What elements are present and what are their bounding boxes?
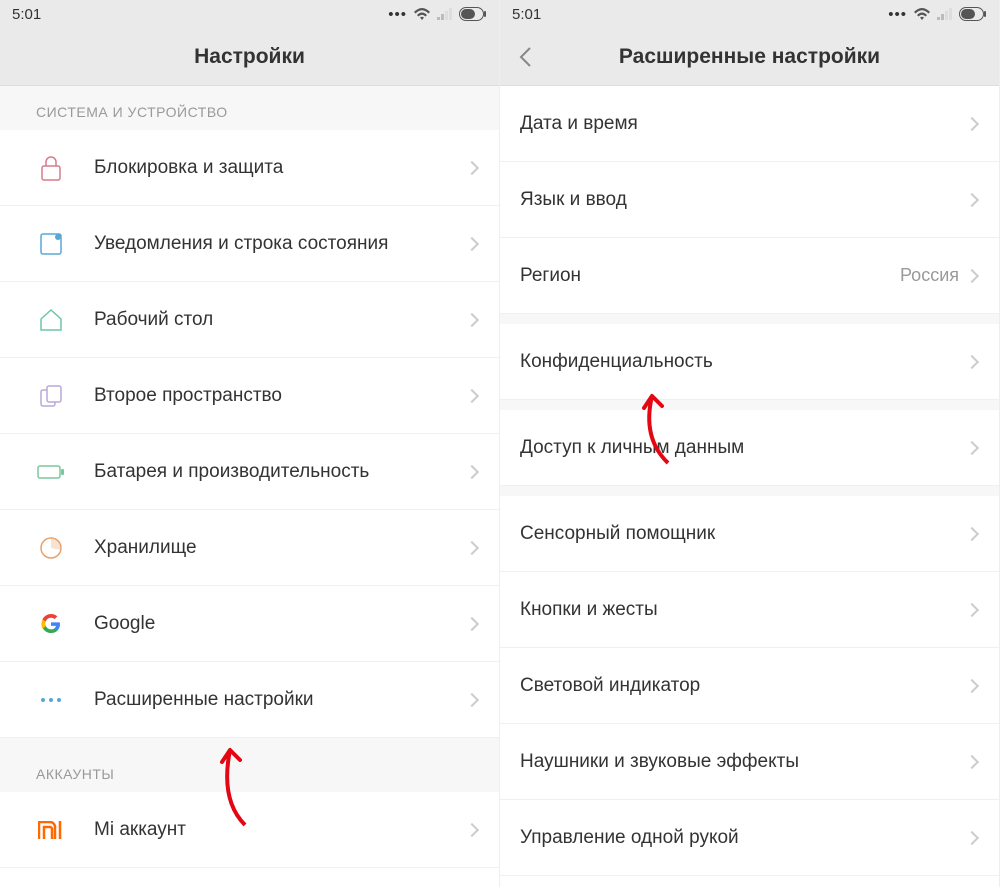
item-personal-data[interactable]: Доступ к личным данным bbox=[500, 410, 999, 486]
signal-icon bbox=[937, 8, 953, 20]
chevron-right-icon bbox=[465, 464, 479, 478]
mi-icon bbox=[36, 815, 66, 845]
section-header-system: СИСТЕМА И УСТРОЙСТВО bbox=[0, 86, 499, 130]
chevron-right-icon bbox=[965, 830, 979, 844]
item-label: Наушники и звуковые эффекты bbox=[520, 749, 967, 775]
item-label: Световой индикатор bbox=[520, 673, 967, 699]
item-language-input[interactable]: Язык и ввод bbox=[500, 162, 999, 238]
item-label: Конфиденциальность bbox=[520, 349, 967, 375]
status-time: 5:01 bbox=[12, 6, 41, 23]
item-led-indicator[interactable]: Световой индикатор bbox=[500, 648, 999, 724]
item-label: Кнопки и жесты bbox=[520, 597, 967, 623]
battery-icon bbox=[459, 7, 487, 21]
item-label: Регион bbox=[520, 263, 900, 289]
signal-icon bbox=[437, 8, 453, 20]
item-one-handed[interactable]: Управление одной рукой bbox=[500, 800, 999, 876]
chevron-right-icon bbox=[965, 678, 979, 692]
item-label: Хранилище bbox=[94, 535, 467, 561]
section-gap bbox=[500, 400, 999, 410]
storage-icon bbox=[36, 533, 66, 563]
chevron-right-icon bbox=[465, 616, 479, 630]
item-label: Расширенные настройки bbox=[94, 687, 467, 713]
item-date-time[interactable]: Дата и время bbox=[500, 86, 999, 162]
copy-icon bbox=[36, 381, 66, 411]
item-label: Блокировка и защита bbox=[94, 155, 467, 181]
battery-perf-icon bbox=[36, 457, 66, 487]
item-label: Дата и время bbox=[520, 111, 967, 137]
section-gap bbox=[0, 738, 499, 754]
home-icon bbox=[36, 305, 66, 335]
item-second-space[interactable]: Второе пространство bbox=[0, 358, 499, 434]
status-bar: 5:01 ••• bbox=[500, 0, 999, 28]
advanced-settings-screen: 5:01 ••• Расширенные настройки Дата и вр… bbox=[500, 0, 1000, 887]
item-label: Управление одной рукой bbox=[520, 825, 967, 851]
chevron-right-icon bbox=[965, 754, 979, 768]
back-button[interactable] bbox=[518, 46, 532, 68]
item-buttons-gestures[interactable]: Кнопки и жесты bbox=[500, 572, 999, 648]
settings-screen: 5:01 ••• Настройки СИСТЕМА И УСТРОЙСТВО … bbox=[0, 0, 500, 887]
chevron-right-icon bbox=[465, 822, 479, 836]
item-label: Mi аккаунт bbox=[94, 817, 467, 843]
item-label: Google bbox=[94, 611, 467, 637]
chevron-right-icon bbox=[965, 440, 979, 454]
item-label: Второе пространство bbox=[94, 383, 467, 409]
item-storage[interactable]: Хранилище bbox=[0, 510, 499, 586]
chevron-right-icon bbox=[465, 236, 479, 250]
chevron-right-icon bbox=[965, 192, 979, 206]
chevron-right-icon bbox=[465, 388, 479, 402]
status-bar: 5:01 ••• bbox=[0, 0, 499, 28]
item-label: Рабочий стол bbox=[94, 307, 467, 333]
google-icon bbox=[36, 609, 66, 639]
menu-dots-icon: ••• bbox=[888, 6, 907, 23]
chevron-right-icon bbox=[965, 268, 979, 282]
battery-icon bbox=[959, 7, 987, 21]
item-label: Язык и ввод bbox=[520, 187, 967, 213]
chevron-right-icon bbox=[965, 526, 979, 540]
status-icons: ••• bbox=[888, 6, 987, 23]
item-label: Доступ к личным данным bbox=[520, 435, 967, 461]
item-label: Сенсорный помощник bbox=[520, 521, 967, 547]
lock-icon bbox=[36, 153, 66, 183]
page-title: Настройки bbox=[194, 45, 305, 69]
item-label: Уведомления и строка состояния bbox=[94, 231, 467, 257]
status-time: 5:01 bbox=[512, 6, 541, 23]
item-battery[interactable]: Батарея и производительность bbox=[0, 434, 499, 510]
item-region[interactable]: Регион Россия bbox=[500, 238, 999, 314]
item-notifications[interactable]: Уведомления и строка состояния bbox=[0, 206, 499, 282]
item-advanced-settings[interactable]: Расширенные настройки bbox=[0, 662, 499, 738]
section-gap bbox=[500, 314, 999, 324]
more-icon bbox=[36, 685, 66, 715]
notifications-icon bbox=[36, 229, 66, 259]
chevron-right-icon bbox=[465, 540, 479, 554]
item-lock-protection[interactable]: Блокировка и защита bbox=[0, 130, 499, 206]
item-sensor-assistant[interactable]: Сенсорный помощник bbox=[500, 496, 999, 572]
chevron-right-icon bbox=[965, 116, 979, 130]
menu-dots-icon: ••• bbox=[388, 6, 407, 23]
section-gap bbox=[500, 486, 999, 496]
item-headphones-audio[interactable]: Наушники и звуковые эффекты bbox=[500, 724, 999, 800]
item-home-screen[interactable]: Рабочий стол bbox=[0, 282, 499, 358]
wifi-icon bbox=[913, 7, 931, 21]
chevron-right-icon bbox=[465, 312, 479, 326]
item-privacy[interactable]: Конфиденциальность bbox=[500, 324, 999, 400]
status-icons: ••• bbox=[388, 6, 487, 23]
item-label: Батарея и производительность bbox=[94, 459, 467, 485]
chevron-right-icon bbox=[965, 354, 979, 368]
chevron-right-icon bbox=[965, 602, 979, 616]
wifi-icon bbox=[413, 7, 431, 21]
item-value: Россия bbox=[900, 265, 959, 286]
chevron-right-icon bbox=[465, 692, 479, 706]
item-google[interactable]: Google bbox=[0, 586, 499, 662]
page-title: Расширенные настройки bbox=[619, 45, 880, 69]
header: Настройки bbox=[0, 28, 499, 86]
header: Расширенные настройки bbox=[500, 28, 999, 86]
chevron-right-icon bbox=[465, 160, 479, 174]
section-header-accounts: АККАУНТЫ bbox=[0, 754, 499, 792]
item-mi-account[interactable]: Mi аккаунт bbox=[0, 792, 499, 868]
